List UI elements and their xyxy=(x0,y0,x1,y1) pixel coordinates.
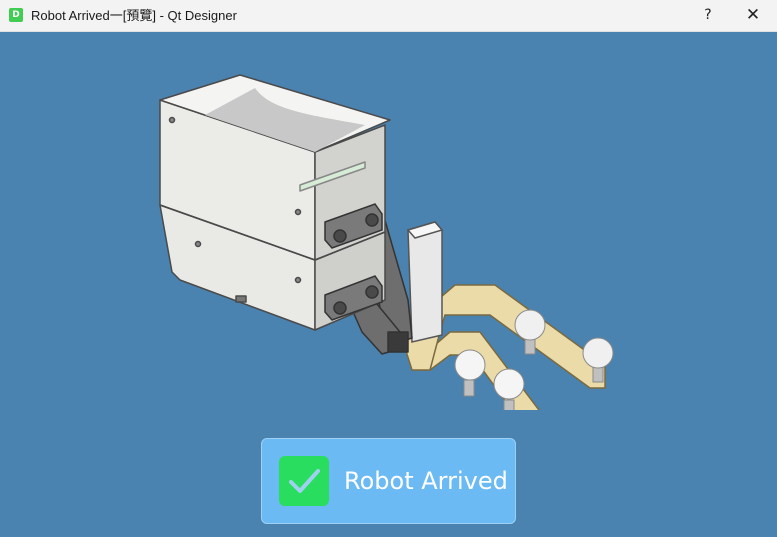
qt-preview-window: D Robot Arrived一[預覽] - Qt Designer ? ✕ R… xyxy=(0,0,777,537)
robot-gripper-image xyxy=(159,74,614,410)
status-label: Robot Arrived xyxy=(344,467,508,495)
qt-designer-icon: D xyxy=(9,8,23,22)
window-title: Robot Arrived一[預覽] - Qt Designer xyxy=(31,8,237,23)
check-mark-glyph xyxy=(289,469,320,493)
preview-area: Robot Arrived xyxy=(0,32,777,537)
help-button[interactable]: ? xyxy=(686,0,730,31)
mount-plate xyxy=(406,221,444,343)
marker-spheres xyxy=(454,309,614,410)
check-icon xyxy=(279,456,329,506)
title-bar[interactable]: D Robot Arrived一[預覽] - Qt Designer ? ✕ xyxy=(0,0,777,32)
robot-arrived-status: Robot Arrived xyxy=(261,438,516,524)
close-button[interactable]: ✕ xyxy=(731,0,775,31)
